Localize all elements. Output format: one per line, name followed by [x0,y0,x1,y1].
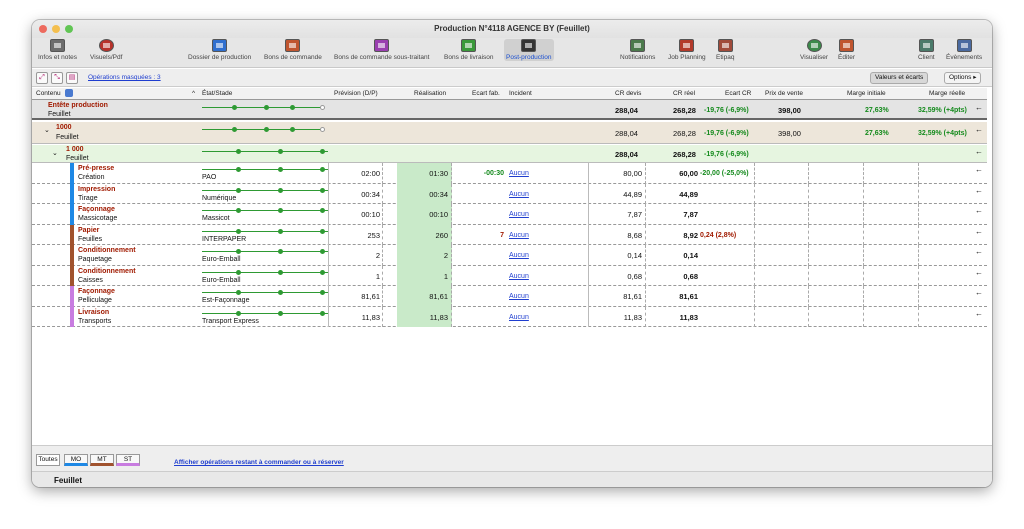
table-header: Contenu ^ État/Stade Prévision (D/P) Réa… [32,88,987,100]
incident-link[interactable]: Aucun [509,211,529,218]
layers-icon[interactable]: ▤ [66,72,78,84]
table-row[interactable]: Pré-presse Création PAO 02:00 01:30 -00:… [32,163,987,184]
notifications-button[interactable]: Notifications [620,39,655,61]
arrow-left-icon[interactable]: ← [975,147,983,156]
chevron-down-icon[interactable]: ⌄ [44,126,50,134]
window-title: Production N°4118 AGENCE BY (Feuillet) [434,24,590,33]
stage-slider[interactable] [202,146,328,164]
arrow-left-icon[interactable]: ← [975,125,983,134]
quantity-row[interactable]: ⌄ 1000 Feuillet 288,04 268,28 -19,76 (-6… [32,122,987,144]
arrow-left-icon[interactable]: ← [975,268,983,277]
stage-slider[interactable] [202,102,328,120]
incident-link[interactable]: Aucun [509,191,529,198]
events-icon [956,39,972,52]
incident-link[interactable]: Aucun [509,252,529,259]
stage-slider[interactable] [202,164,328,182]
settings-icon[interactable] [65,89,73,97]
arrow-left-icon[interactable]: ← [975,227,983,236]
visuels-pdf-button[interactable]: Visuels/Pdf [90,39,122,61]
arrow-left-icon[interactable]: ← [975,247,983,256]
incident-link[interactable]: Aucun [509,314,529,321]
table-row[interactable]: Livraison Transports Transport Express 1… [32,306,987,327]
entete-row[interactable]: Entête production Feuillet 288,04 268,28… [32,100,987,120]
bottom-bar: Toutes MO MT ST Afficher opérations rest… [32,445,992,473]
category-color-bar [70,224,74,245]
editer-button[interactable]: Éditer [838,39,855,61]
sub-toolbar: ⤢ ⤡ ▤ Opérations masquées : 3 Valeurs et… [32,69,992,87]
arrow-left-icon[interactable]: ← [975,103,983,112]
dossier-production-button[interactable]: Dossier de production [188,39,251,61]
tab-mt[interactable]: MT [90,454,114,466]
bons-commande-button[interactable]: Bons de commande [264,39,322,61]
table-row[interactable]: Conditionnement Caisses Euro-Emball 1 1 … [32,265,987,286]
edit-icon [838,39,854,52]
incident-link[interactable]: Aucun [509,293,529,300]
category-color-bar [70,306,74,327]
category-color-bar [70,183,74,204]
table-row[interactable]: Impression Tirage Numérique 00:34 00:34 … [32,183,987,204]
client-button[interactable]: Client [918,39,935,61]
tab-st[interactable]: ST [116,454,140,466]
job-planning-button[interactable]: Job Planning [668,39,706,61]
sub-quantity-row[interactable]: ⌄ 1 000 Feuillet 288,04 268,28 -19,76 (-… [32,145,987,163]
bons-commande-st-button[interactable]: Bons de commande sous-traitant [334,39,429,61]
arrow-left-icon[interactable]: ← [975,309,983,318]
options-button[interactable]: Options ▸ [944,72,982,84]
valeurs-ecarts-button[interactable]: Valeurs et écarts [870,72,929,84]
category-color-bar [70,245,74,266]
expand-icon[interactable]: ⤢ [36,72,48,84]
category-color-bar [70,163,74,184]
table-row[interactable]: Façonnage Pelliculage Est-Façonnage 81,6… [32,286,987,307]
collapse-icon[interactable]: ⤡ [51,72,63,84]
arrow-left-icon[interactable]: ← [975,288,983,297]
arrow-left-icon[interactable]: ← [975,206,983,215]
infos-notes-button[interactable]: Infos et notes [38,39,77,61]
bell-icon [630,39,646,52]
tab-toutes[interactable]: Toutes [36,454,60,466]
incident-link[interactable]: Aucun [509,170,529,177]
masked-operations-link[interactable]: Opérations masquées : 3 [88,74,161,81]
bons-livraison-button[interactable]: Bons de livraison [444,39,494,61]
calendar-icon [679,39,695,52]
incident-link[interactable]: Aucun [509,232,529,239]
table-row[interactable]: Papier Feuilles INTERPAPER 253 260 7 Auc… [32,224,987,245]
footer: Feuillet [32,471,992,487]
arrow-left-icon[interactable]: ← [975,165,983,174]
post-production-button[interactable]: Post-production [504,39,554,61]
tab-mo[interactable]: MO [64,454,88,466]
order-icon [285,39,301,52]
stage-slider[interactable] [202,124,328,142]
user-icon [918,39,934,52]
arrow-left-icon[interactable]: ← [975,186,983,195]
subcontract-icon [374,39,390,52]
operations-table: Contenu ^ État/Stade Prévision (D/P) Réa… [32,88,992,445]
package-icon [717,39,733,52]
sort-icon[interactable]: ^ [192,90,195,97]
category-color-bar [70,204,74,225]
folder-icon [212,39,228,52]
table-row[interactable]: Conditionnement Paquetage Euro-Emball 2 … [32,245,987,266]
incident-link[interactable]: Aucun [509,273,529,280]
chevron-down-icon[interactable]: ⌄ [52,149,58,157]
category-color-bar [70,265,74,286]
evenements-button[interactable]: Évènements [946,39,982,61]
notes-icon [50,39,66,52]
plus-icon [521,39,537,52]
title-bar: Production N°4118 AGENCE BY (Feuillet) [32,20,992,38]
pdf-icon [98,39,114,52]
table-row[interactable]: Façonnage Massicotage Massicot 00:10 00:… [32,204,987,225]
show-remaining-link[interactable]: Afficher opérations restant à commander … [174,459,344,466]
etipaq-button[interactable]: Etipaq [716,39,734,61]
delivery-icon [461,39,477,52]
main-window: Production N°4118 AGENCE BY (Feuillet) I… [32,20,992,487]
toolbar: Infos et notes Visuels/Pdf Dossier de pr… [32,38,992,68]
eye-icon [806,39,822,52]
visualiser-button[interactable]: Visualiser [800,39,828,61]
category-color-bar [70,286,74,307]
